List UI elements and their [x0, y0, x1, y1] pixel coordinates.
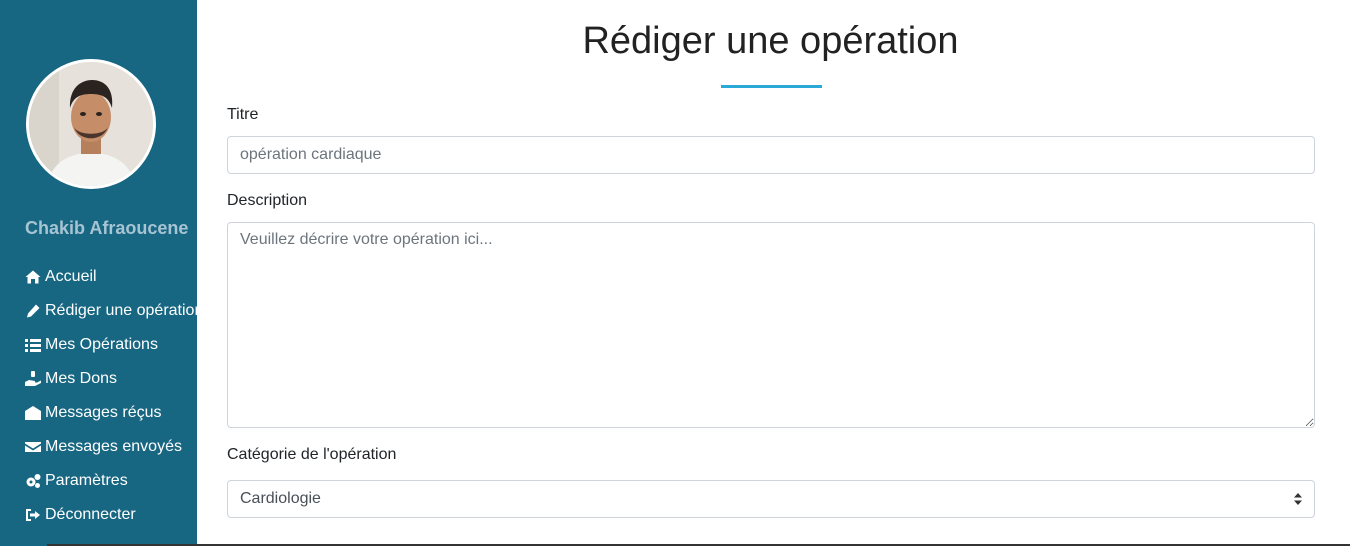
sidebar-item-messages-recus[interactable]: Messages réçus [24, 396, 197, 430]
categorie-select[interactable]: Cardiologie [227, 480, 1315, 518]
sidebar: Chakib Afraoucene Accueil Rédiger une op… [0, 0, 197, 546]
envelope-open-icon [24, 405, 42, 421]
sidebar-item-label: Messages envoyés [45, 438, 182, 455]
gears-icon [24, 473, 42, 489]
avatar[interactable] [26, 59, 156, 189]
sidebar-item-accueil[interactable]: Accueil [24, 260, 197, 294]
description-label: Description [227, 192, 308, 209]
envelope-icon [24, 439, 42, 455]
select-arrows-icon [1294, 493, 1302, 505]
sidebar-item-label: Messages réçus [45, 404, 162, 421]
sidebar-item-mes-dons[interactable]: Mes Dons [24, 362, 197, 396]
donate-hand-icon [24, 371, 42, 387]
user-name: Chakib Afraoucene [25, 218, 189, 238]
sidebar-item-label: Déconnecter [45, 506, 136, 523]
sidebar-nav: Accueil Rédiger une opération Mes Opérat… [24, 260, 197, 532]
categorie-label: Catégorie de l'opération [227, 446, 397, 463]
home-icon [24, 269, 42, 285]
title-underline [721, 85, 822, 88]
main-content: Rédiger une opération Titre Description … [197, 0, 1350, 546]
sidebar-item-label: Rédiger une opération [45, 302, 197, 319]
sidebar-item-label: Mes Opérations [45, 336, 158, 353]
description-textarea[interactable] [227, 222, 1315, 428]
list-icon [24, 337, 42, 353]
categorie-selected-value: Cardiologie [240, 490, 321, 507]
sidebar-item-label: Accueil [45, 268, 97, 285]
sidebar-item-parametres[interactable]: Paramètres [24, 464, 197, 498]
sidebar-item-deconnecter[interactable]: Déconnecter [24, 498, 197, 532]
titre-input[interactable] [227, 136, 1315, 174]
pen-icon [24, 303, 42, 319]
sign-out-icon [24, 507, 42, 523]
titre-label: Titre [227, 106, 259, 123]
sidebar-item-mes-operations[interactable]: Mes Opérations [24, 328, 197, 362]
page-title: Rédiger une opération [582, 20, 959, 62]
sidebar-item-messages-envoyes[interactable]: Messages envoyés [24, 430, 197, 464]
sidebar-item-label: Paramètres [45, 472, 128, 489]
sidebar-item-label: Mes Dons [45, 370, 118, 387]
avatar-photo [29, 62, 153, 186]
sidebar-item-rediger[interactable]: Rédiger une opération [24, 294, 197, 328]
